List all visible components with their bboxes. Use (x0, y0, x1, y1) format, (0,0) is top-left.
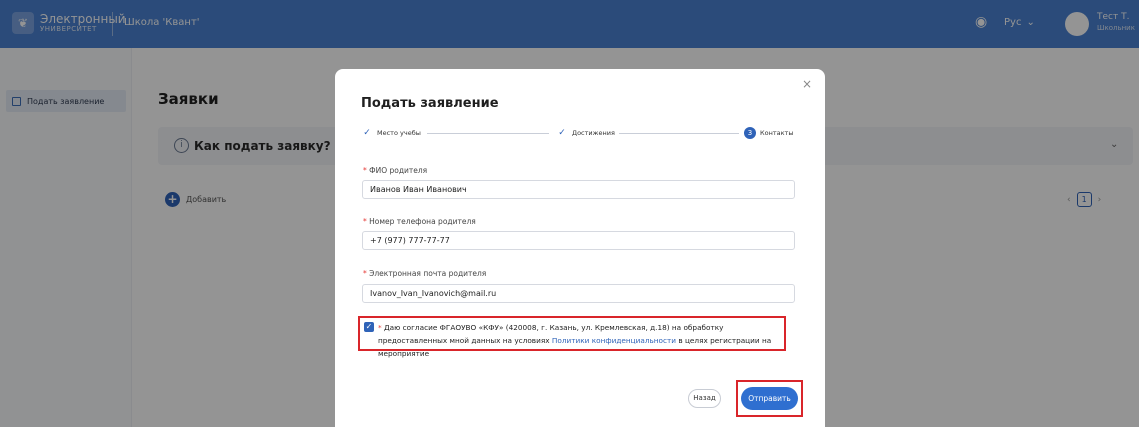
parent-name-field[interactable]: Иванов Иван Иванович (362, 180, 795, 199)
step-achievements[interactable]: ✓ Достижения (556, 127, 615, 139)
label-text: ФИО родителя (369, 166, 428, 175)
step-label: Контакты (760, 129, 794, 137)
privacy-policy-link[interactable]: Политики конфиденциальности (552, 336, 676, 345)
consent-text: * Даю согласие ФГАОУВО «КФУ» (420008, г.… (378, 321, 783, 360)
submit-button[interactable]: Отправить (741, 387, 798, 410)
label-text: Электронная почта родителя (369, 269, 487, 278)
check-icon: ✓ (558, 128, 566, 138)
step-connector (619, 133, 739, 134)
step-contacts[interactable]: 3 Контакты (744, 127, 793, 139)
parent-email-field[interactable]: Ivanov_Ivan_Ivanovich@mail.ru (362, 284, 795, 303)
label-text: Номер телефона родителя (369, 217, 476, 226)
step-connector (427, 133, 549, 134)
consent-checkbox[interactable]: ✓ (364, 322, 374, 332)
parent-phone-field[interactable]: +7 (977) 777-77-77 (362, 231, 795, 250)
close-icon[interactable]: × (802, 77, 812, 91)
step-number: 3 (744, 127, 756, 139)
required-mark: * (363, 217, 367, 226)
check-icon: ✓ (363, 128, 371, 138)
apply-modal: × Подать заявление ✓ Место учебы ✓ Дости… (335, 69, 825, 427)
required-mark: * (363, 269, 367, 278)
back-button[interactable]: Назад (688, 389, 721, 408)
required-mark: * (363, 166, 367, 175)
step-study-place[interactable]: ✓ Место учебы (361, 127, 421, 139)
parent-name-label: * ФИО родителя (363, 166, 427, 175)
parent-phone-label: * Номер телефона родителя (363, 217, 476, 226)
parent-email-label: * Электронная почта родителя (363, 269, 486, 278)
step-label: Достижения (572, 129, 615, 137)
modal-title: Подать заявление (361, 96, 499, 111)
step-label: Место учебы (377, 129, 421, 137)
required-mark: * (378, 323, 382, 332)
